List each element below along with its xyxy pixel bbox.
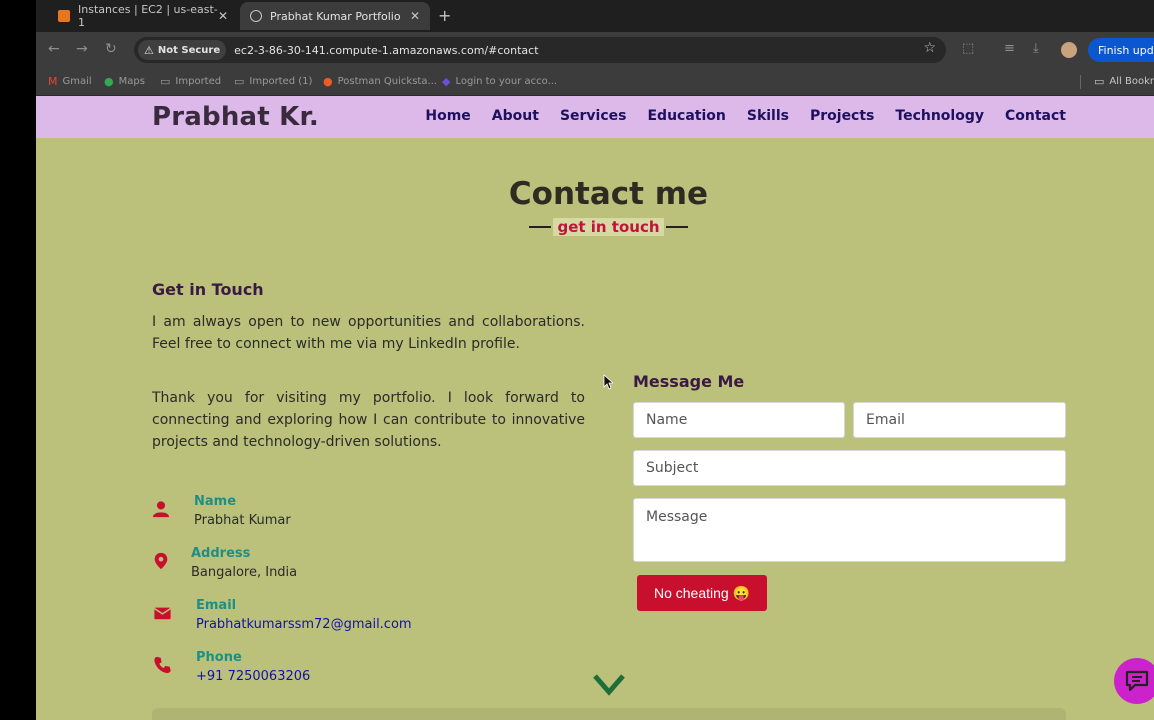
close-icon[interactable]: ✕ (218, 9, 228, 23)
bookmark-label: Imported (175, 76, 222, 87)
reload-icon[interactable]: ↻ (105, 41, 117, 57)
nav-menu: Home About Services Education Skills Pro… (404, 108, 1066, 124)
bookmark-imported-1[interactable]: ▭ Imported (1) (234, 75, 312, 88)
nav-projects[interactable]: Projects (810, 108, 874, 124)
site-logo[interactable]: Prabhat Kr. (152, 102, 319, 132)
chat-widget-button[interactable] (1114, 658, 1154, 704)
tab-bar: Instances | EC2 | us-east-1 ✕ Prabhat Ku… (36, 0, 1154, 32)
info-value: Prabhat Kumar (194, 513, 291, 528)
bookmark-label: Imported (1) (249, 76, 313, 87)
user-icon (152, 501, 170, 518)
login-site-icon: ◆ (442, 75, 451, 88)
nav-services[interactable]: Services (560, 108, 627, 124)
subject-input[interactable]: Subject (633, 450, 1066, 486)
nav-education[interactable]: Education (647, 108, 725, 124)
message-textarea[interactable]: Message (633, 498, 1066, 562)
subtitle-line (529, 226, 552, 228)
phone-link[interactable]: +91 7250063206 (196, 669, 310, 684)
map-pin-icon (154, 552, 168, 570)
tab-ec2-instances[interactable]: Instances | EC2 | us-east-1 ✕ (48, 2, 238, 30)
bookmark-all[interactable]: ▭ All Bookmarks (1094, 75, 1154, 88)
web-page: Prabhat Kr. Home About Services Educatio… (36, 96, 1154, 720)
chat-icon (1125, 670, 1149, 692)
download-icon[interactable]: ⤓ (1033, 41, 1039, 56)
nav-home[interactable]: Home (425, 108, 470, 124)
nav-technology[interactable]: Technology (895, 108, 984, 124)
intro-paragraph: I am always open to new opportunities an… (152, 314, 585, 352)
bookmarks-bar: M Gmail ● Maps ▭ Imported ▭ Imported (1) ● Po… (36, 68, 1154, 96)
close-icon[interactable]: ✕ (410, 9, 420, 23)
folder-icon: ▭ (234, 75, 245, 88)
info-address: Address Bangalore, India (152, 546, 552, 582)
bookmark-label: All Bookmarks (1109, 76, 1154, 87)
bookmark-label: Gmail (62, 76, 92, 87)
email-link[interactable]: Prabhatkumarssm72@gmail.com (196, 617, 412, 632)
globe-icon (250, 10, 262, 22)
folder-icon: ▭ (160, 75, 171, 88)
address-toolbar: ← → ↻ ⚠ Not Secure ec2-3-86-30-141.compu… (36, 32, 1154, 68)
info-label: Name (194, 494, 237, 509)
section-subtitle: get in touch (553, 218, 664, 236)
folder-icon: ▭ (1094, 75, 1105, 88)
bookmark-postman[interactable]: ● Postman Quicksta... (323, 75, 437, 88)
gmail-icon: M (48, 75, 58, 88)
bookmark-label: Login to your acco... (455, 76, 558, 87)
tab-title: Prabhat Kumar Portfolio (270, 9, 401, 23)
forward-icon[interactable]: → (76, 41, 88, 57)
site-navbar: Prabhat Kr. Home About Services Educatio… (36, 96, 1154, 138)
bookmark-imported[interactable]: ▭ Imported (160, 75, 221, 88)
email-input[interactable]: Email (853, 402, 1066, 438)
nav-skills[interactable]: Skills (747, 108, 789, 124)
security-chip[interactable]: ⚠ Not Secure (138, 40, 227, 60)
phone-icon (154, 656, 171, 674)
bookmark-label: Postman Quicksta... (337, 76, 437, 87)
envelope-icon (154, 607, 171, 620)
name-input[interactable]: Name (633, 402, 845, 438)
address-bar[interactable]: ⚠ Not Secure ec2-3-86-30-141.compute-1.a… (134, 37, 946, 63)
finish-update-button[interactable]: Finish update (1088, 38, 1154, 62)
profile-avatar[interactable] (1061, 42, 1077, 58)
mouse-cursor-icon (603, 374, 613, 390)
info-label: Email (196, 598, 237, 613)
info-email: Email Prabhatkumarssm72@gmail.com (152, 598, 552, 634)
extensions-icon[interactable]: ⬚ (962, 41, 974, 56)
url-text: ec2-3-86-30-141.compute-1.amazonaws.com/… (234, 43, 539, 57)
aws-icon (58, 10, 70, 22)
tab-portfolio[interactable]: Prabhat Kumar Portfolio ✕ (240, 2, 430, 30)
section-subtitle-row: get in touch (36, 218, 1154, 236)
browser-window: Instances | EC2 | us-east-1 ✕ Prabhat Ku… (36, 0, 1154, 720)
bookmark-maps[interactable]: ● Maps (104, 75, 145, 88)
submit-button[interactable]: No cheating 😛 (637, 575, 767, 611)
chevron-down-icon[interactable] (593, 672, 625, 696)
bookmarks-separator (1080, 75, 1081, 89)
get-in-touch-title: Get in Touch (152, 280, 264, 299)
postman-icon: ● (323, 75, 333, 88)
bookmark-label: Maps (118, 76, 145, 87)
subtitle-line (665, 226, 688, 228)
tab-title: Instances | EC2 | us-east-1 (78, 3, 218, 29)
new-tab-icon[interactable]: + (438, 6, 451, 25)
thanks-paragraph: Thank you for visiting my portfolio. I l… (152, 390, 585, 450)
security-label: Not Secure (157, 44, 221, 56)
next-section-card-edge (152, 708, 1066, 720)
info-phone: Phone +91 7250063206 (152, 650, 552, 686)
back-icon[interactable]: ← (48, 41, 60, 57)
bookmark-star-icon[interactable]: ☆ (923, 40, 936, 56)
message-form: Message Me Name Email Subject Message No… (633, 372, 1066, 611)
nav-about[interactable]: About (492, 108, 539, 124)
maps-pin-icon: ● (104, 75, 114, 88)
info-label: Phone (196, 650, 242, 665)
nav-contact[interactable]: Contact (1005, 108, 1066, 124)
reading-list-icon[interactable]: ≡ (1004, 41, 1015, 56)
left-black-strip (0, 0, 36, 720)
info-name: Name Prabhat Kumar (152, 494, 552, 530)
message-me-title: Message Me (633, 372, 745, 391)
section-title: Contact me (508, 176, 709, 212)
info-label: Address (191, 546, 251, 561)
info-value: Bangalore, India (191, 565, 298, 580)
warning-icon: ⚠ (144, 43, 154, 57)
get-in-touch-column: Get in Touch I am always open to new opp… (152, 280, 585, 453)
bookmark-login[interactable]: ◆ Login to your acco... (442, 75, 557, 88)
bookmark-gmail[interactable]: M Gmail (48, 75, 92, 88)
